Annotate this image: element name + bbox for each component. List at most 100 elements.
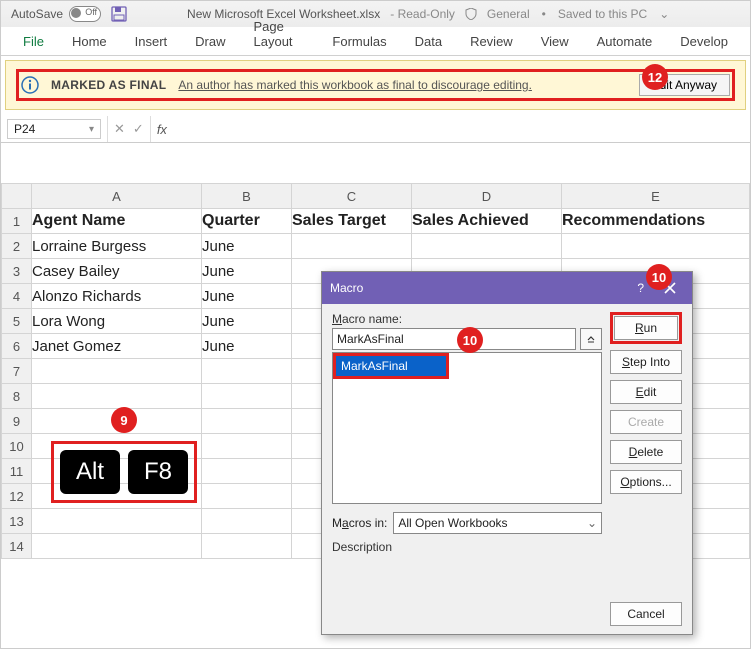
- cell[interactable]: Recommendations: [562, 209, 750, 234]
- cell[interactable]: [202, 534, 292, 559]
- toggle-off-icon[interactable]: Off: [69, 6, 101, 22]
- cell[interactable]: Lorraine Burgess: [32, 234, 202, 259]
- macro-name-label: Macro name:: [332, 312, 602, 326]
- options-button[interactable]: Options...: [610, 470, 682, 494]
- cell[interactable]: Sales Target: [292, 209, 412, 234]
- col-header-C[interactable]: C: [292, 184, 412, 209]
- tab-formulas[interactable]: Formulas: [318, 28, 400, 55]
- cancel-button[interactable]: Cancel: [610, 602, 682, 626]
- macro-list[interactable]: MarkAsFinal: [332, 352, 602, 504]
- chevron-down-icon[interactable]: ⌄: [659, 7, 669, 21]
- collapse-icon[interactable]: [580, 328, 602, 350]
- create-button[interactable]: Create: [610, 410, 682, 434]
- row-header[interactable]: 8: [2, 384, 32, 409]
- row-header[interactable]: 11: [2, 459, 32, 484]
- dialog-titlebar[interactable]: Macro ?: [322, 272, 692, 304]
- macros-in-value: All Open Workbooks: [398, 516, 507, 530]
- macro-dialog: Macro ? Macro name: MarkAsFinal MarkAsFi…: [321, 271, 693, 635]
- row-header[interactable]: 13: [2, 509, 32, 534]
- help-icon[interactable]: ?: [637, 281, 644, 295]
- cell[interactable]: June: [202, 259, 292, 284]
- tab-insert[interactable]: Insert: [121, 28, 182, 55]
- row-header[interactable]: 10: [2, 434, 32, 459]
- tab-automate[interactable]: Automate: [583, 28, 667, 55]
- cell[interactable]: Lora Wong: [32, 309, 202, 334]
- tab-review[interactable]: Review: [456, 28, 527, 55]
- step-into-button[interactable]: Step Into: [610, 350, 682, 374]
- autosave-label: AutoSave: [11, 7, 63, 21]
- formula-controls: ✕ ✓: [107, 116, 151, 142]
- cell[interactable]: [32, 509, 202, 534]
- cell[interactable]: [202, 509, 292, 534]
- fx-label[interactable]: fx: [151, 122, 167, 137]
- info-icon: [21, 76, 39, 94]
- col-header-E[interactable]: E: [562, 184, 750, 209]
- row-header[interactable]: 12: [2, 484, 32, 509]
- cell[interactable]: [202, 484, 292, 509]
- name-box[interactable]: P24 ▾: [7, 119, 101, 139]
- readonly-label: - Read-Only: [390, 7, 455, 21]
- row-header[interactable]: 14: [2, 534, 32, 559]
- row-header[interactable]: 9: [2, 409, 32, 434]
- cell[interactable]: June: [202, 284, 292, 309]
- cell[interactable]: Janet Gomez: [32, 334, 202, 359]
- cell[interactable]: Agent Name: [32, 209, 202, 234]
- row-header[interactable]: 4: [2, 284, 32, 309]
- edit-button[interactable]: Edit: [610, 380, 682, 404]
- row-header[interactable]: 3: [2, 259, 32, 284]
- cell[interactable]: June: [202, 309, 292, 334]
- tab-file[interactable]: File: [9, 28, 58, 55]
- cell[interactable]: [412, 234, 562, 259]
- tab-data[interactable]: Data: [401, 28, 456, 55]
- cell[interactable]: [202, 384, 292, 409]
- tab-developer[interactable]: Develop: [666, 28, 742, 55]
- row-header[interactable]: 1: [2, 209, 32, 234]
- tab-page-layout[interactable]: Page Layout: [240, 13, 319, 55]
- row-header[interactable]: 6: [2, 334, 32, 359]
- row-header[interactable]: 5: [2, 309, 32, 334]
- cell[interactable]: [32, 534, 202, 559]
- cell[interactable]: [292, 234, 412, 259]
- col-header-D[interactable]: D: [412, 184, 562, 209]
- cell[interactable]: [202, 434, 292, 459]
- col-header-B[interactable]: B: [202, 184, 292, 209]
- macro-list-item[interactable]: MarkAsFinal: [336, 356, 446, 376]
- delete-button[interactable]: Delete: [610, 440, 682, 464]
- autosave-toggle[interactable]: AutoSave Off: [11, 6, 101, 22]
- cell[interactable]: [32, 359, 202, 384]
- cell[interactable]: Alonzo Richards: [32, 284, 202, 309]
- macro-name-input[interactable]: MarkAsFinal: [332, 328, 576, 350]
- col-header-A[interactable]: A: [32, 184, 202, 209]
- cell[interactable]: [202, 459, 292, 484]
- cancel-icon[interactable]: ✕: [114, 121, 125, 137]
- cell[interactable]: Quarter: [202, 209, 292, 234]
- tab-draw[interactable]: Draw: [181, 28, 239, 55]
- run-button[interactable]: Run: [614, 316, 678, 340]
- sensitivity-label: General: [487, 7, 530, 21]
- cell[interactable]: Casey Bailey: [32, 259, 202, 284]
- callout-10-list: 10: [457, 327, 483, 353]
- key-f8: F8: [128, 450, 188, 494]
- save-icon[interactable]: [111, 6, 127, 22]
- chevron-down-icon[interactable]: ▾: [89, 124, 94, 135]
- cell[interactable]: [32, 384, 202, 409]
- ribbon-tabs: File Home Insert Draw Page Layout Formul…: [1, 27, 750, 56]
- chevron-down-icon[interactable]: ⌄: [587, 516, 597, 530]
- row-header[interactable]: 7: [2, 359, 32, 384]
- cell[interactable]: June: [202, 334, 292, 359]
- cell[interactable]: [202, 409, 292, 434]
- cell[interactable]: [562, 234, 750, 259]
- cell[interactable]: June: [202, 234, 292, 259]
- callout-9: 9: [111, 407, 137, 433]
- cell[interactable]: Sales Achieved: [412, 209, 562, 234]
- message-text: An author has marked this workbook as fi…: [178, 78, 532, 92]
- accept-icon[interactable]: ✓: [133, 121, 144, 137]
- cell[interactable]: [202, 359, 292, 384]
- select-all-corner[interactable]: [2, 184, 32, 209]
- macros-in-select[interactable]: All Open Workbooks ⌄: [393, 512, 602, 534]
- title-bar: AutoSave Off New Microsoft Excel Workshe…: [1, 1, 750, 27]
- row-header[interactable]: 2: [2, 234, 32, 259]
- tab-home[interactable]: Home: [58, 28, 121, 55]
- key-alt: Alt: [60, 450, 120, 494]
- tab-view[interactable]: View: [527, 28, 583, 55]
